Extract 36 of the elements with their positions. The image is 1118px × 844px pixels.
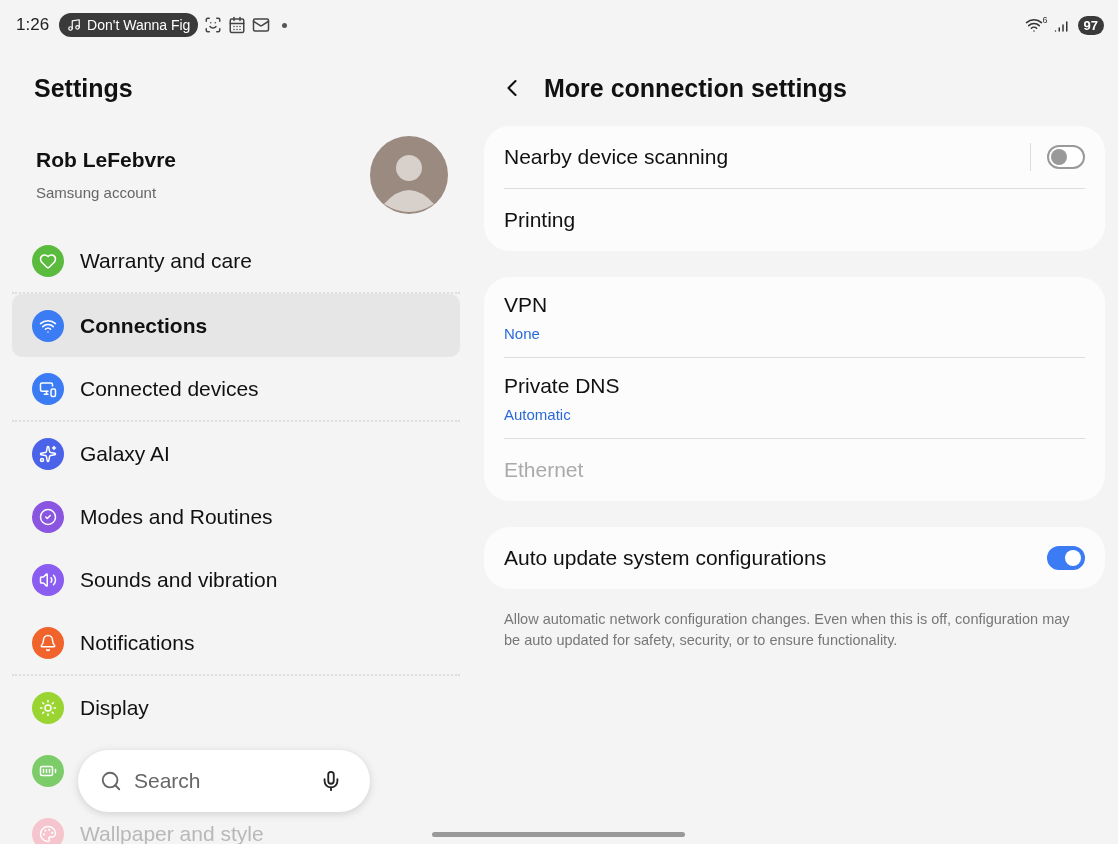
setting-value: None [504, 324, 541, 342]
status-time: 1:26 [16, 15, 50, 35]
settings-item[interactable]: Display [12, 692, 169, 723]
battery-level: 97 [1077, 15, 1104, 35]
calendar-icon [228, 16, 247, 34]
mail-icon [252, 16, 271, 34]
avatar[interactable] [370, 135, 448, 214]
scan-icon [204, 16, 223, 34]
toggle-switch[interactable] [1047, 546, 1085, 570]
setting-value: Automatic [504, 405, 572, 423]
toggle-switch[interactable] [1047, 145, 1085, 169]
search-icon [100, 770, 122, 792]
search-bar[interactable]: Search [78, 750, 370, 812]
settings-item[interactable]: Sounds and vibration [12, 564, 298, 595]
setting-row[interactable]: Private DNS Automatic [504, 358, 1085, 439]
setting-row[interactable]: Nearby device scanning [504, 126, 1085, 189]
media-chip[interactable]: Don't Wanna Fig [59, 13, 199, 37]
settings-item[interactable]: Warranty and care [12, 245, 272, 276]
settings-item[interactable]: Connections [12, 294, 460, 357]
notification-dot [282, 22, 288, 28]
settings-item[interactable]: Modes and Routines [12, 501, 293, 532]
settings-item[interactable]: Connected devices [12, 373, 279, 404]
settings-title: Settings [34, 74, 134, 104]
footnote-text: Allow automatic network configuration changes. Even when this is off, configuration may be auto updated for safety, security, or to ensure functionality. [504, 610, 1071, 650]
setting-row[interactable]: Printing [504, 189, 1085, 251]
setting-row[interactable]: VPN None [504, 277, 1085, 358]
wifi-icon [1024, 16, 1043, 34]
setting-row[interactable]: Auto update system configurations [504, 527, 1085, 589]
page-title: More connection settings [544, 73, 847, 103]
search-field[interactable]: Search [132, 768, 310, 794]
music-note-icon [67, 18, 82, 32]
account-name[interactable]: Rob LeFebvre [36, 148, 177, 172]
account-subtitle: Samsung account [36, 184, 158, 201]
settings-item[interactable]: Galaxy AI [12, 438, 190, 469]
settings-item[interactable]: Notifications [12, 627, 215, 658]
network-label: 6 [1042, 15, 1048, 25]
